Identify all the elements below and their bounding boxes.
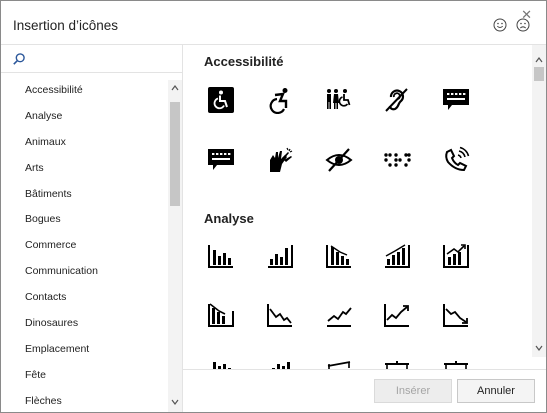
smiley-feedback-icon[interactable] xyxy=(493,18,507,32)
section-title-analyse: Analyse xyxy=(204,211,254,226)
scroll-up-icon[interactable] xyxy=(171,84,179,92)
captioning-icon[interactable] xyxy=(207,146,235,174)
bar-chart-icon[interactable] xyxy=(207,242,235,270)
pie-chart-icon[interactable] xyxy=(325,360,353,369)
category-item-dinosaures[interactable]: Dinosaures xyxy=(1,311,168,337)
sign-language-icon[interactable] xyxy=(266,146,294,174)
category-item-batiments[interactable]: Bâtiments xyxy=(1,182,168,208)
search-icon[interactable] xyxy=(12,52,26,66)
category-item-emplacement[interactable]: Emplacement xyxy=(1,337,168,363)
wheelchair-accessible-icon[interactable] xyxy=(207,86,235,114)
line-downtrend-arrow-icon[interactable] xyxy=(442,301,470,329)
icon-gallery: Accessibilité Analyse xyxy=(183,45,546,369)
bar-chart-falling-icon[interactable] xyxy=(325,242,353,270)
category-item-contacts[interactable]: Contacts xyxy=(1,285,168,311)
insert-icons-dialog: Insertion d’icônes ✕ Accessibilité Analy… xyxy=(0,0,547,413)
dialog-title: Insertion d’icônes xyxy=(13,18,119,33)
category-list: Accessibilité Analyse Animaux Arts Bâtim… xyxy=(1,78,168,412)
cancel-button[interactable]: Annuler xyxy=(457,379,535,403)
wheelchair-active-icon[interactable] xyxy=(266,86,294,114)
line-uptrend-arrow-icon[interactable] xyxy=(383,301,411,329)
phone-volume-icon[interactable] xyxy=(442,146,470,174)
category-item-commerce[interactable]: Commerce xyxy=(1,233,168,259)
scroll-down-icon[interactable] xyxy=(535,344,543,352)
scrollbar-thumb[interactable] xyxy=(534,67,544,81)
bar-chart-rising-icon[interactable] xyxy=(266,360,294,369)
category-item-fete[interactable]: Fête xyxy=(1,363,168,389)
category-item-communication[interactable]: Communication xyxy=(1,259,168,285)
gallery-scrollbar[interactable] xyxy=(532,45,546,357)
bar-chart-arrow-down-icon[interactable] xyxy=(207,301,235,329)
category-item-arts[interactable]: Arts xyxy=(1,156,168,182)
bar-chart-trend-up-icon[interactable] xyxy=(383,242,411,270)
bar-chart-icon[interactable] xyxy=(207,360,235,369)
close-icon[interactable]: ✕ xyxy=(521,8,532,21)
scroll-down-icon[interactable] xyxy=(171,398,179,406)
presentation-chart-icon[interactable] xyxy=(383,360,411,369)
category-pane: Accessibilité Analyse Animaux Arts Bâtim… xyxy=(1,45,182,412)
scrollbar-thumb[interactable] xyxy=(170,102,180,206)
section-title-accessibilite: Accessibilité xyxy=(204,54,284,69)
bar-chart-arrow-up-icon[interactable] xyxy=(442,242,470,270)
presentation-board-icon[interactable] xyxy=(442,360,470,369)
line-downtrend-icon[interactable] xyxy=(266,301,294,329)
insert-button[interactable]: Insérer xyxy=(374,379,452,403)
bar-chart-rising-icon[interactable] xyxy=(266,242,294,270)
footer-divider xyxy=(183,369,546,370)
low-vision-icon[interactable] xyxy=(325,146,353,174)
category-scrollbar[interactable] xyxy=(168,80,182,412)
search-box[interactable] xyxy=(1,45,182,73)
tty-message-icon[interactable] xyxy=(442,86,470,114)
category-item-accessibilite[interactable]: Accessibilité xyxy=(1,78,168,104)
line-uptrend-icon[interactable] xyxy=(325,301,353,329)
category-item-fleches[interactable]: Flèches xyxy=(1,389,168,412)
category-item-bogues[interactable]: Bogues xyxy=(1,207,168,233)
title-bar: Insertion d’icônes ✕ xyxy=(1,1,546,45)
scroll-up-icon[interactable] xyxy=(535,56,543,64)
category-item-animaux[interactable]: Animaux xyxy=(1,130,168,156)
hearing-impaired-icon[interactable] xyxy=(383,86,411,114)
braille-icon[interactable] xyxy=(383,146,411,174)
category-item-analyse[interactable]: Analyse xyxy=(1,104,168,130)
family-accessibility-icon[interactable] xyxy=(325,86,353,114)
